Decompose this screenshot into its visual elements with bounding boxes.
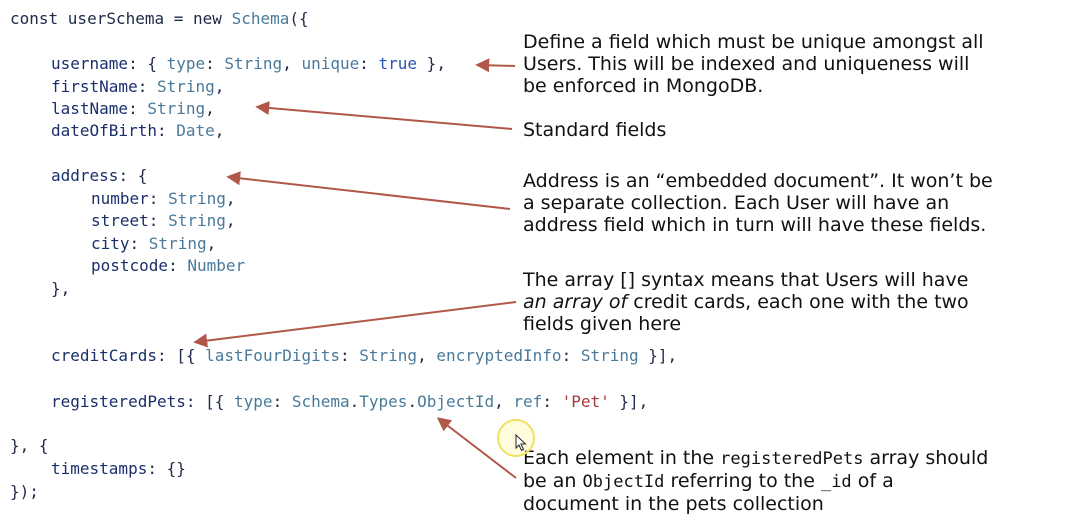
code-line-registeredpets: registeredPets: [{ type: Schema.Types.Ob…: [51, 392, 649, 411]
code-line-address: address: {: [51, 166, 148, 185]
arrow-address: [226, 171, 511, 210]
code-line-lastname: lastName: String,: [51, 99, 215, 118]
note-objectid: Each element in the registeredPets array…: [523, 447, 989, 515]
code-line-postcode: postcode: Number: [91, 256, 246, 275]
note-unique: Define a field which must be unique amon…: [523, 31, 984, 97]
code-line-end: });: [10, 482, 39, 501]
code-line-street: street: String,: [91, 211, 236, 230]
arrow-array: [193, 301, 517, 348]
code-line-timestamps: timestamps: {}: [51, 459, 186, 478]
code-line-creditcards: creditCards: [{ lastFourDigits: String, …: [51, 346, 678, 365]
code-line-dateofbirth: dateOfBirth: Date,: [51, 121, 225, 140]
code-line-number: number: String,: [91, 189, 236, 208]
mouse-cursor-icon: [515, 434, 527, 452]
note-standard: Standard fields: [523, 119, 667, 141]
note-address: Address is an “embedded document”. It wo…: [523, 170, 993, 236]
code-line-city: city: String,: [91, 234, 217, 253]
code-line-schema-close: }, {: [10, 436, 49, 455]
code-line-username: username: { type: String, unique: true }…: [51, 54, 446, 73]
code-line-address-close: },: [51, 279, 71, 298]
code-line-1: const userSchema = new Schema({: [10, 9, 309, 28]
note-array: The array [] syntax means that Users wil…: [523, 269, 969, 335]
arrow-standard: [255, 100, 513, 130]
arrow-unique: [475, 58, 516, 73]
code-line-firstname: firstName: String,: [51, 77, 225, 96]
